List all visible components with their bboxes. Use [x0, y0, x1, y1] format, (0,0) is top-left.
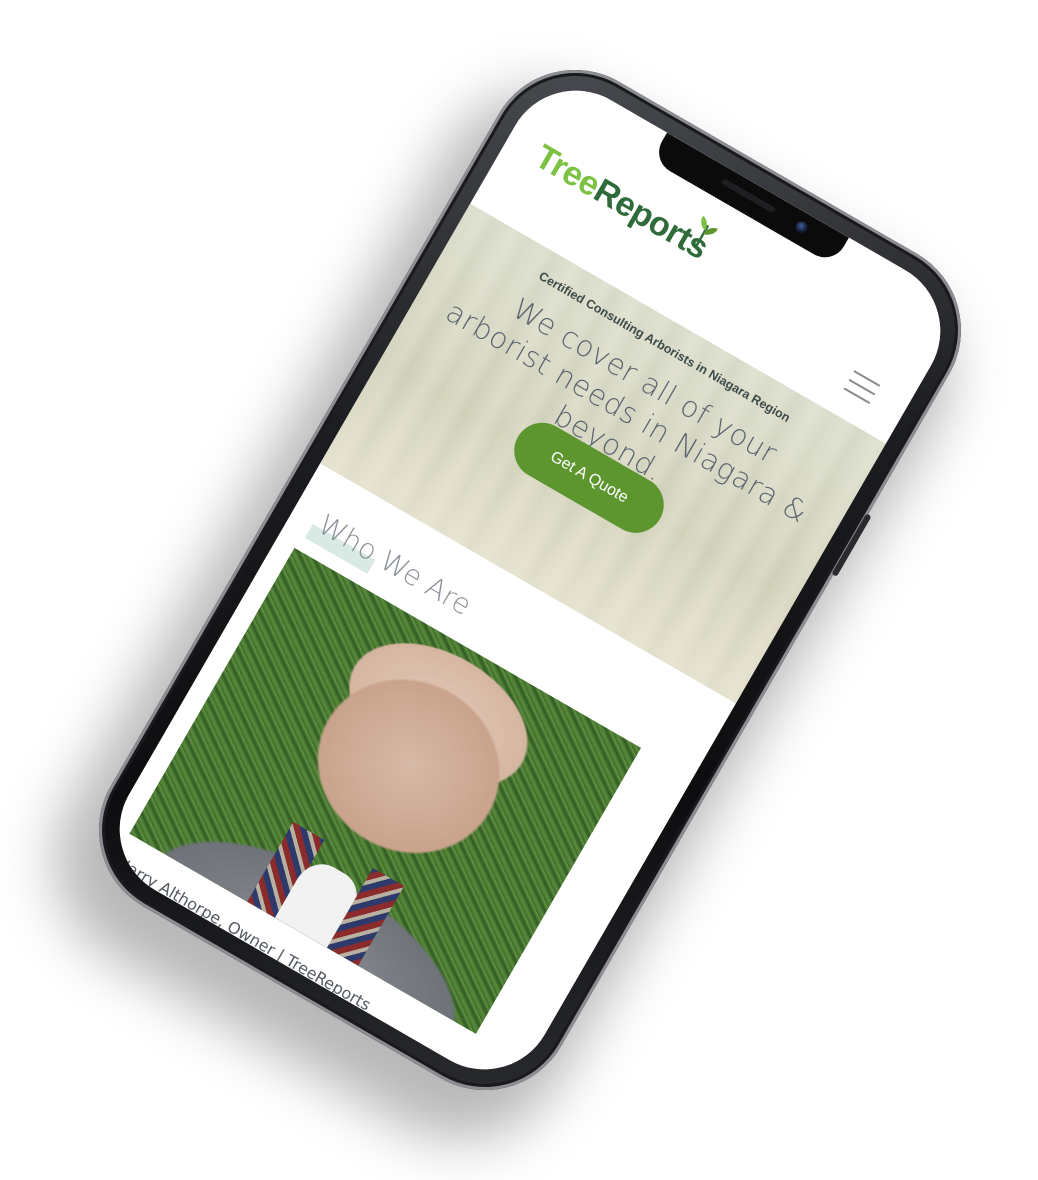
signal-icon [866, 272, 888, 291]
mockup-stage: 9:41 5G TreeReports Certified Consulting… [0, 0, 1038, 1180]
battery-icon [906, 295, 931, 316]
network-label: 5G [886, 282, 908, 303]
camera-icon [793, 219, 810, 236]
status-time: 9:41 [588, 110, 628, 145]
hamburger-menu-icon[interactable] [843, 370, 881, 405]
